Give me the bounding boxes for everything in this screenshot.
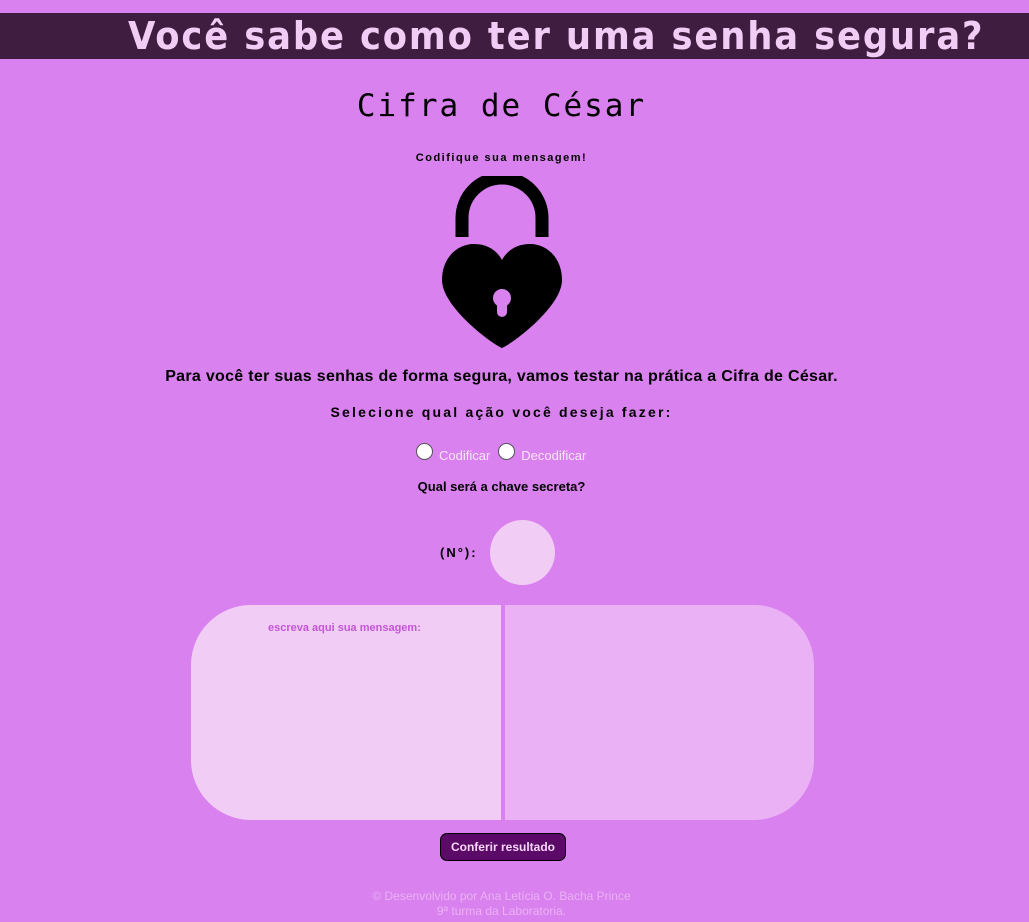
key-number-input[interactable]: [490, 520, 555, 585]
footer-credit: © Desenvolvido por Ana Letícia O. Bacha …: [372, 889, 631, 903]
check-result-button[interactable]: Conferir resultado: [440, 833, 566, 861]
message-placeholder: escreva aqui sua mensagem:: [268, 622, 421, 634]
padlock-shackle: [455, 176, 549, 237]
key-question: Qual será a chave secreta?: [417, 479, 586, 494]
page-title: Você sabe como ter uma senha segura?: [128, 14, 985, 58]
footer-class: 9ª turma da Laboratoria.: [436, 904, 567, 918]
action-select-label: Selecione qual ação você deseja fazer:: [330, 404, 673, 420]
result-output[interactable]: [505, 605, 814, 820]
keyhole-slot: [497, 300, 507, 317]
key-number-label: (N°):: [440, 545, 478, 560]
encode-caption: Codifique sua mensagem!: [415, 152, 588, 164]
encode-radio-label[interactable]: Codificar: [439, 448, 490, 463]
encode-radio[interactable]: [416, 442, 433, 460]
decode-radio[interactable]: [498, 442, 516, 460]
footer: © Desenvolvido por Ana Letícia O. Bacha …: [0, 889, 1003, 919]
message-input[interactable]: escreva aqui sua mensagem:: [191, 605, 501, 820]
action-radio-group: Codificar Decodificar: [416, 440, 594, 464]
top-banner: Você sabe como ter uma senha segura?: [0, 13, 1029, 59]
intro-text: Para você ter suas senhas de forma segur…: [165, 368, 838, 385]
section-title: Cifra de César: [356, 88, 647, 124]
decode-radio-label[interactable]: Decodificar: [521, 448, 586, 463]
heart-padlock-icon: [442, 176, 562, 348]
